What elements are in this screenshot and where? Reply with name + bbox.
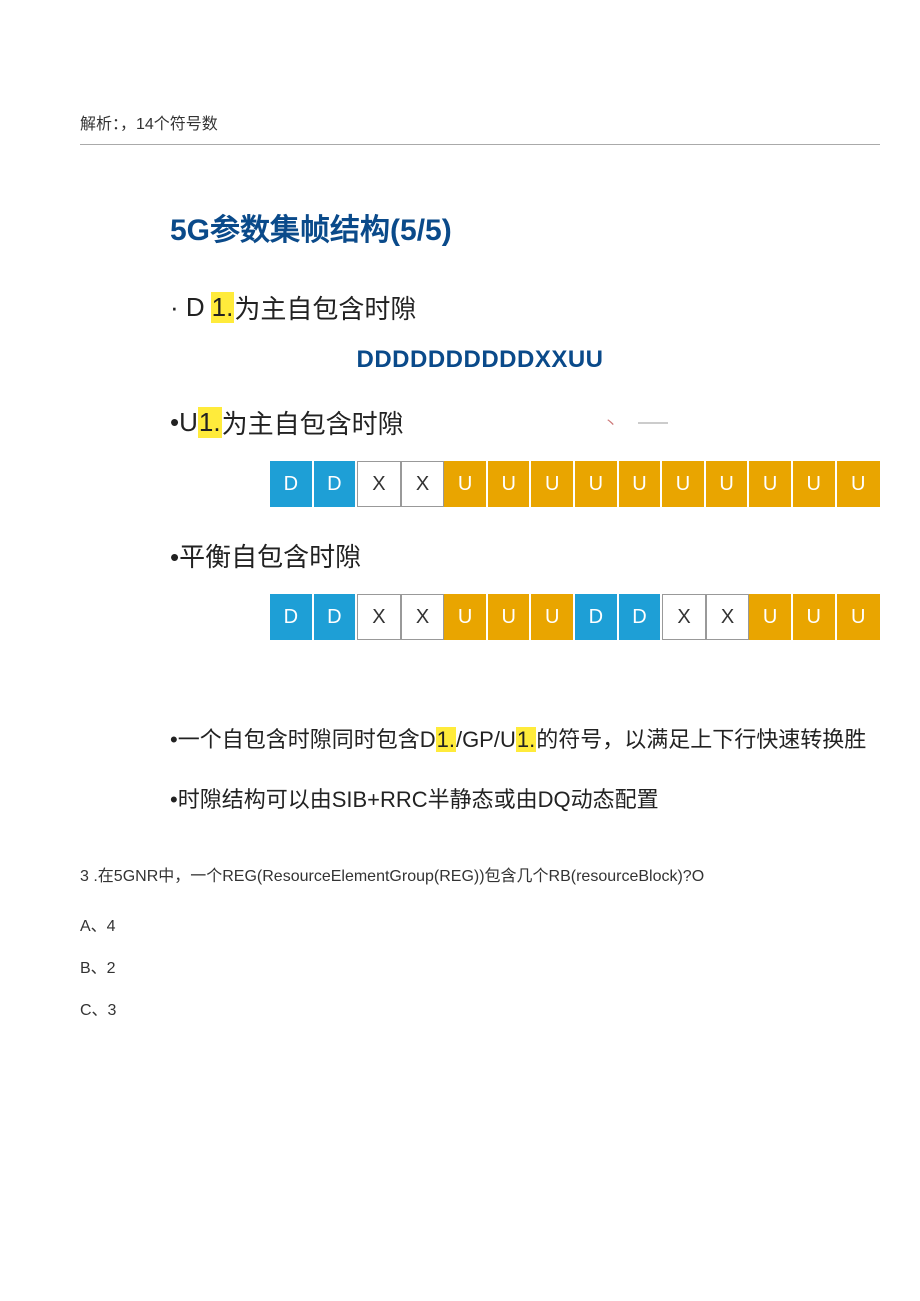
bullet-prefix: •U <box>170 407 198 438</box>
body-bullet-1: •一个自包含时隙同时包含D1./GP/U1.的符号，以满足上下行快速转换胜 <box>170 720 880 760</box>
dl-pattern-text: DDDDDDDDDDXXUU <box>80 346 880 374</box>
slot-cell-u: U <box>706 461 750 507</box>
slot-cell-u: U <box>575 461 619 507</box>
document-page: 解析：，14个符号数 5G参数集帧结构(5/5) · D1.为主自包含时隙 DD… <box>0 0 920 1060</box>
text-part: /GP/U <box>456 727 516 752</box>
bullet-ul-main: •U1.为主自包含时隙 丶 <box>170 404 880 441</box>
section-title: 5G参数集帧结构(5/5) <box>170 205 880 249</box>
text-part: 的符号，以满足上下行快速转换胜 <box>536 727 866 752</box>
slot-cell-d: D <box>314 594 358 640</box>
slot-cell-x: X <box>662 594 706 640</box>
dash-icon <box>638 422 668 424</box>
slot-cell-x: X <box>357 594 401 640</box>
slot-cell-u: U <box>444 461 488 507</box>
balanced-slot-row: DDXXUUUDDXXUUU <box>270 594 880 640</box>
slot-cell-x: X <box>706 594 750 640</box>
slot-cell-u: U <box>444 594 488 640</box>
highlight-1: 1. <box>211 292 235 323</box>
highlight-3: 1. <box>436 727 456 752</box>
slot-cell-u: U <box>793 461 837 507</box>
slot-cell-u: U <box>619 461 663 507</box>
slot-cell-u: U <box>793 594 837 640</box>
ul-slot-row: DDXXUUUUUUUUUU <box>270 461 880 507</box>
slot-cell-x: X <box>357 461 401 507</box>
slot-cell-d: D <box>575 594 619 640</box>
slot-cell-x: X <box>401 594 445 640</box>
slot-cell-u: U <box>837 594 880 640</box>
bullet-suffix: 为主自包含时隙 <box>234 289 416 326</box>
slot-cell-d: D <box>619 594 663 640</box>
slot-cell-d: D <box>270 594 314 640</box>
highlight-2: 1. <box>198 407 222 438</box>
text-part: •一个自包含时隙同时包含D <box>170 727 436 752</box>
slot-cell-u: U <box>749 461 793 507</box>
slot-cell-u: U <box>749 594 793 640</box>
bullet-prefix: · D <box>170 292 205 323</box>
bullet-balanced: •平衡自包含时隙 <box>170 537 880 574</box>
option-a: A、4 <box>80 912 880 936</box>
slot-cell-u: U <box>531 461 575 507</box>
slot-cell-x: X <box>401 461 445 507</box>
tick-icon: 丶 <box>604 413 618 433</box>
slot-cell-u: U <box>662 461 706 507</box>
body-bullet-2: •时隙结构可以由SIB+RRC半静态或由DQ动态配置 <box>170 780 880 820</box>
question-3: 3 .在5GNR中，一个REG(ResourceElementGroup(REG… <box>80 859 880 894</box>
bullet-suffix: 为主自包含时隙 <box>222 404 404 441</box>
slot-cell-u: U <box>488 461 532 507</box>
slot-cell-u: U <box>837 461 880 507</box>
slot-cell-d: D <box>270 461 314 507</box>
highlight-4: 1. <box>516 727 536 752</box>
option-b: B、2 <box>80 954 880 978</box>
slot-cell-d: D <box>314 461 358 507</box>
slot-cell-u: U <box>488 594 532 640</box>
slot-cell-u: U <box>531 594 575 640</box>
option-c: C、3 <box>80 996 880 1020</box>
bullet-dl-main: · D1.为主自包含时隙 <box>170 289 880 326</box>
analysis-line: 解析：，14个符号数 <box>80 110 880 145</box>
